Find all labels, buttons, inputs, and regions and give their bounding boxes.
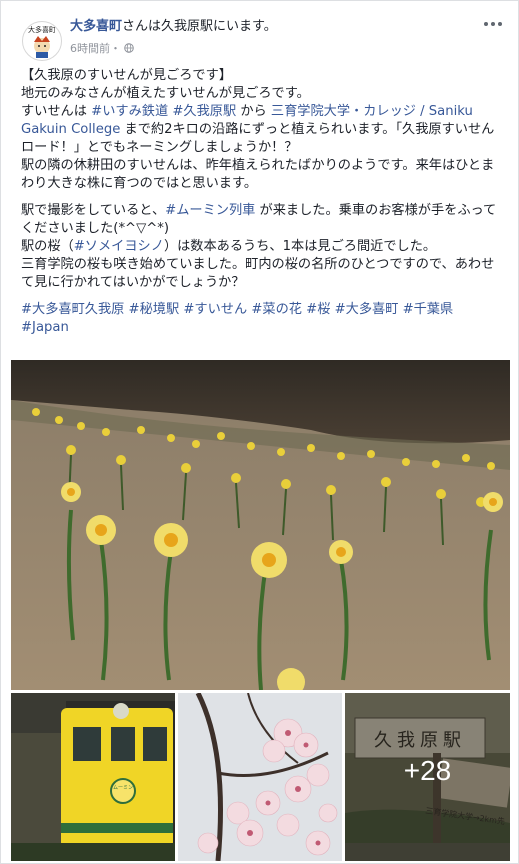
daffodil-field-image (11, 360, 510, 690)
meta-dot: ・ (110, 42, 121, 55)
train-image (11, 693, 175, 861)
text-span: ）は数本あるうち、1本は見ごろ間近でした。 (163, 239, 437, 254)
post-card: 大多喜町 大多喜町さんは久我原駅にいます。 6時間前・ 【久我原のすいせんが見ご… (0, 0, 519, 864)
paragraph-2: 駅で撮影をしていると、#ムーミン列車 が来ました。乗車のお客様が手をふってくださ… (21, 202, 503, 292)
globe-icon (124, 43, 134, 53)
more-options-icon[interactable] (482, 15, 504, 33)
avatar-label: 大多喜町 (28, 26, 56, 34)
more-photos-count[interactable]: +28 (345, 755, 510, 787)
post-body: 【久我原のすいせんが見ごろです】 地元のみなさんが植えたすいせんが見ごろです。 … (21, 67, 503, 346)
photo-moomin-train[interactable]: ムーミン (11, 693, 175, 861)
cherry-blossom-image (178, 693, 342, 861)
hashtag-isumi-railway[interactable]: #いすみ鉄道 (91, 104, 168, 119)
hashtag-list[interactable]: #大多喜町久我原 #秘境駅 #すいせん #菜の花 #桜 #大多喜町 #千葉県 #… (21, 301, 503, 337)
photo-station-sign[interactable]: 久我原駅 三育学院大学→2km先 +28 (345, 693, 510, 861)
photo-cherry-blossoms[interactable] (178, 693, 342, 861)
author-name[interactable]: 大多喜町 (70, 19, 122, 34)
text-line: 駅の隣の休耕田のすいせんは、昨年植えられたばかりのようです。来年はひとまわり大き… (21, 158, 495, 191)
post-header: 大多喜町 大多喜町さんは久我原駅にいます。 6時間前・ (1, 1, 518, 63)
text-span: すいせんは (21, 104, 92, 119)
post-meta: 6時間前・ (70, 40, 134, 56)
text-span: 駅で撮影をしていると、 (21, 203, 166, 218)
text-span: から (236, 104, 271, 119)
main-photo-daffodils[interactable] (11, 360, 510, 690)
avatar[interactable]: 大多喜町 (22, 21, 62, 61)
hashtag-moomin-train[interactable]: #ムーミン列車 (165, 203, 255, 218)
text-span: 駅の桜（ (21, 239, 74, 254)
train-sign-label: ムーミン (112, 785, 133, 791)
author-line: 大多喜町さんは久我原駅にいます。 (70, 18, 277, 36)
text-line: 地元のみなさんが植えたすいせんが見ごろです。 (21, 86, 310, 101)
hashtag-kugahara-station[interactable]: #久我原駅 (172, 104, 236, 119)
text-line: 三育学院の桜も咲き始めていました。町内の桜の名所のひとつですので、あわせて見に行… (21, 257, 495, 290)
post-heading: 【久我原のすいせんが見ごろです】 (21, 68, 232, 83)
paragraph-1: 【久我原のすいせんが見ごろです】 地元のみなさんが植えたすいせんが見ごろです。 … (21, 67, 503, 193)
checkin-text: さんは久我原駅にいます。 (122, 19, 277, 34)
hashtag-someiyoshino[interactable]: #ソメイヨシノ (74, 239, 164, 254)
post-time[interactable]: 6時間前 (70, 42, 110, 55)
